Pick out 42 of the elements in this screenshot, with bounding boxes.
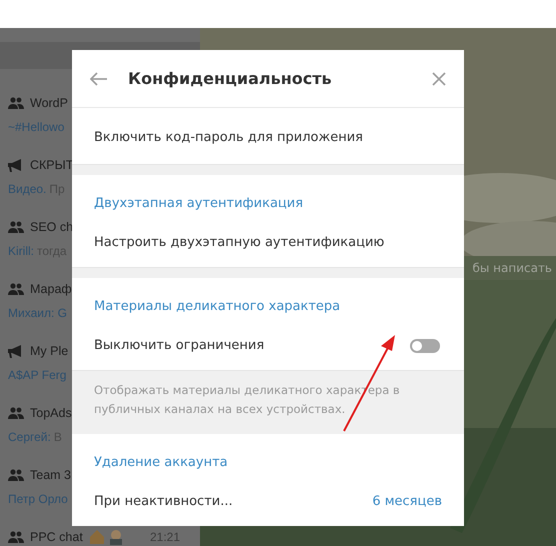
chat-name: WordP <box>30 94 68 112</box>
section-title: Материалы деликатного характера <box>94 298 340 316</box>
row-label: При неактивности... <box>94 493 233 512</box>
settings-row[interactable]: Включить код-пароль для приложения <box>72 111 464 164</box>
chat-name: СКРЫТ <box>30 156 74 174</box>
settings-row[interactable]: При неактивности... 6 месяцев <box>72 478 464 526</box>
message-sender: Kirill: <box>8 243 34 260</box>
section-title: Двухэтапная аутентификация <box>94 194 304 212</box>
row-value[interactable]: 6 месяцев <box>372 492 442 512</box>
chat-name: TopAds <box>30 404 72 422</box>
chat-hint: бы написать <box>472 260 552 277</box>
group-icon <box>8 469 24 481</box>
message-sender: A$AP Ferg <box>8 367 66 384</box>
group-icon <box>8 97 24 109</box>
row-label: Настроить двухэтапную аутентификацию <box>94 234 384 252</box>
group-icon <box>8 283 24 295</box>
row-label: Выключить ограничения <box>94 337 264 356</box>
close-button[interactable] <box>432 72 446 86</box>
chat-name: Мараф <box>30 280 72 298</box>
back-button[interactable] <box>90 72 108 86</box>
chat-name: My Ple <box>30 342 68 360</box>
megaphone-icon <box>8 344 24 358</box>
message-sender: Петр Орло <box>8 491 68 508</box>
settings-row[interactable]: Выключить ограничения <box>72 322 464 370</box>
megaphone-icon <box>8 158 24 172</box>
section-title: Удаление аккаунта <box>94 454 228 472</box>
chat-name: PPC chat <box>30 528 83 546</box>
settings-row[interactable]: Настроить двухэтапную аутентификацию <box>72 219 464 267</box>
group-icon <box>8 407 24 419</box>
row-label: Включить код-пароль для приложения <box>94 128 363 147</box>
dialog-title: Конфиденциальность <box>128 68 332 90</box>
message-sender: Видео. <box>8 181 46 198</box>
message-sender: ~#Hellowo <box>8 119 64 136</box>
close-icon <box>432 72 446 86</box>
toggle-switch[interactable] <box>410 339 440 353</box>
group-icon <box>8 221 24 233</box>
emoji-icon <box>88 529 125 545</box>
group-icon <box>8 531 24 543</box>
message-sender: Михаил: G <box>8 305 67 322</box>
message-sender: Сергей: <box>8 429 51 446</box>
back-arrow-icon <box>90 72 108 86</box>
chat-name: Team 3 <box>30 466 71 484</box>
